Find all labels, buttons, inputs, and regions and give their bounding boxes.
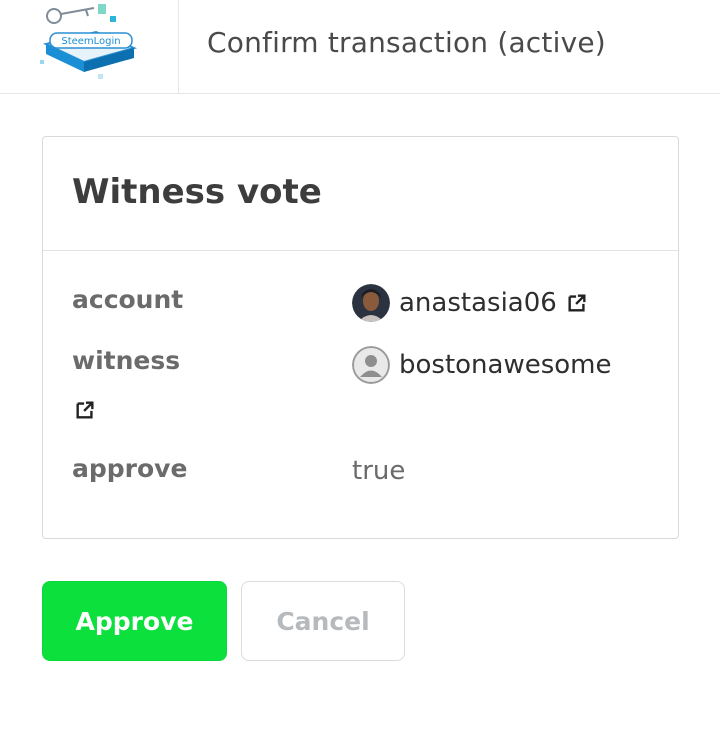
account-name[interactable]: anastasia06 [399, 288, 557, 318]
witness-value: bostonawesome [352, 346, 612, 384]
approve-value: true [352, 456, 406, 486]
cancel-button[interactable]: Cancel [241, 581, 405, 661]
external-link-icon[interactable] [566, 292, 588, 314]
external-link-icon[interactable] [74, 399, 96, 421]
page-title: Confirm transaction (active) [207, 26, 606, 59]
card-title: Witness vote [72, 172, 322, 212]
witness-label: witness [72, 346, 181, 375]
account-avatar [352, 284, 390, 322]
account-value: anastasia06 [352, 284, 588, 322]
witness-avatar-icon [352, 346, 390, 384]
approve-button[interactable]: Approve [42, 581, 227, 661]
account-label: account [72, 285, 184, 314]
steemlogin-logo: SteemLogin [40, 4, 138, 79]
logo-text: SteemLogin [61, 36, 120, 47]
card-header: Witness vote [43, 137, 678, 251]
header: SteemLogin Confirm transaction (active) [0, 0, 720, 94]
approve-label: approve [72, 454, 188, 483]
witness-name[interactable]: bostonawesome [399, 350, 612, 380]
logo-container: SteemLogin [0, 0, 179, 93]
